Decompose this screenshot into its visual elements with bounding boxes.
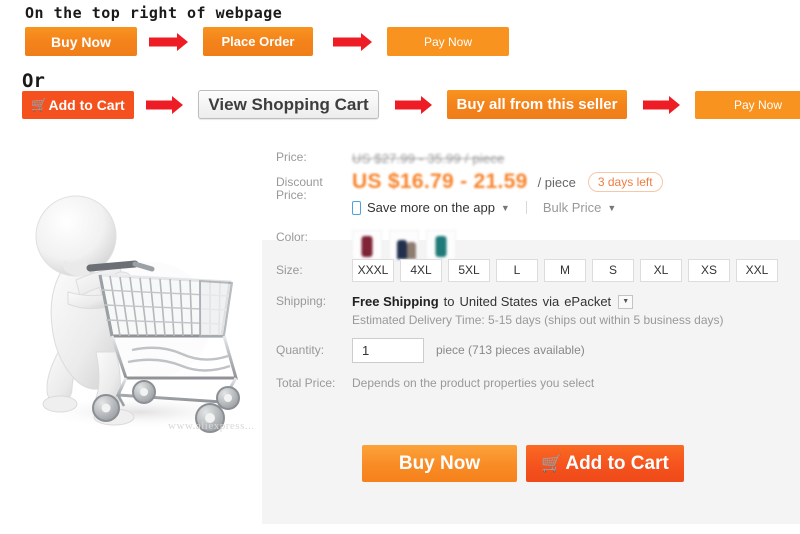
total-price-label: Total Price: bbox=[276, 375, 336, 390]
cart-icon: 🛒 bbox=[541, 453, 563, 473]
price-label: Price: bbox=[276, 150, 307, 164]
arrow-icon bbox=[149, 32, 191, 51]
flow-pay-now-button[interactable]: Pay Now bbox=[387, 27, 509, 56]
size-option[interactable]: XL bbox=[640, 258, 682, 282]
total-price-row: Total Price: Depends on the product prop… bbox=[262, 368, 800, 398]
size-option[interactable]: L bbox=[496, 258, 538, 282]
instruction-heading-or: Or bbox=[22, 70, 45, 92]
flow-view-shopping-cart-button[interactable]: View Shopping Cart bbox=[198, 90, 379, 119]
price-row: Price: US $27.99 - 35.99 / piece bbox=[262, 140, 800, 166]
quantity-input[interactable] bbox=[352, 337, 424, 363]
size-option[interactable]: XS bbox=[688, 258, 730, 282]
quantity-label: Quantity: bbox=[276, 342, 325, 357]
discount-price-row: Discount Price: US $16.79 - 21.59 / piec… bbox=[262, 164, 800, 215]
color-label: Color: bbox=[276, 230, 309, 244]
size-label: Size: bbox=[276, 262, 303, 277]
stock-availability: piece (713 pieces available) bbox=[436, 343, 585, 357]
cart-icon: 🛒 bbox=[31, 97, 48, 112]
discount-price-line: US $16.79 - 21.59 / piece 3 days left bbox=[352, 170, 800, 194]
shipping-label: Shipping: bbox=[276, 294, 327, 308]
flow-buy-now-button[interactable]: Buy Now bbox=[25, 27, 137, 56]
product-property-rows: Price: US $27.99 - 35.99 / piece Discoun… bbox=[262, 140, 800, 398]
arrow-icon bbox=[395, 95, 435, 114]
flow-add-to-cart-button[interactable]: 🛒 Add to Cart bbox=[22, 90, 134, 119]
size-option[interactable]: XXL bbox=[736, 258, 778, 282]
add-to-cart-label: Add to Cart bbox=[565, 452, 669, 474]
flow-add-to-cart-label: Add to Cart bbox=[48, 96, 125, 113]
shipping-destination: United States bbox=[459, 294, 538, 309]
size-option[interactable]: 5XL bbox=[448, 258, 490, 282]
primary-actions: Buy Now 🛒 Add to Cart bbox=[362, 445, 684, 482]
delivery-estimate: Estimated Delivery Time: 5-15 days (ship… bbox=[352, 313, 724, 327]
shipping-dropdown-icon[interactable]: ▼ bbox=[618, 294, 634, 309]
flow-row-top-right: Buy Now Place Order Pay Now bbox=[25, 27, 509, 56]
shipping-main-line: Free Shipping to United States via ePack… bbox=[352, 294, 800, 309]
size-option[interactable]: 4XL bbox=[400, 258, 442, 282]
flow-buy-all-from-seller-button[interactable]: Buy all from this seller bbox=[447, 90, 627, 119]
discount-price-value: US $16.79 - 21.59 bbox=[352, 170, 528, 193]
arrow-icon bbox=[333, 32, 375, 51]
quantity-control: piece (713 pieces available) bbox=[352, 337, 800, 363]
flow-place-order-button[interactable]: Place Order bbox=[203, 27, 313, 56]
buy-now-button[interactable]: Buy Now bbox=[362, 445, 517, 482]
promo-countdown-badge: 3 days left bbox=[587, 172, 663, 192]
discount-price-label: Discount Price: bbox=[262, 170, 352, 202]
arrow-icon bbox=[146, 95, 186, 114]
shipping-via-word: via bbox=[542, 294, 560, 309]
product-hero-image bbox=[0, 140, 262, 440]
size-option-list: XXXL 4XL 5XL L M S XL XS XXL bbox=[352, 258, 800, 282]
free-shipping-text: Free Shipping bbox=[352, 294, 439, 309]
arrow-icon bbox=[643, 95, 683, 114]
add-to-cart-button[interactable]: 🛒 Add to Cart bbox=[526, 445, 684, 482]
total-price-value: Depends on the product properties you se… bbox=[352, 376, 595, 390]
shipping-row: Shipping: Free Shipping to United States… bbox=[262, 286, 800, 332]
color-row: Color: bbox=[262, 208, 800, 260]
shipping-method: ePacket bbox=[564, 294, 612, 309]
size-option[interactable]: S bbox=[592, 258, 634, 282]
size-option[interactable]: XXXL bbox=[352, 258, 394, 282]
size-option[interactable]: M bbox=[544, 258, 586, 282]
page-root: On the top right of webpage Buy Now Plac… bbox=[0, 0, 800, 534]
shipping-to-word: to bbox=[443, 294, 455, 309]
flow-row-cart: 🛒 Add to Cart View Shopping Cart Buy all… bbox=[22, 90, 800, 119]
flow-pay-now-button-2[interactable]: Pay Now bbox=[695, 90, 800, 119]
size-row: Size: XXXL 4XL 5XL L M S XL XS XXL bbox=[262, 254, 800, 286]
instruction-heading-top: On the top right of webpage bbox=[25, 4, 283, 22]
price-unit: / piece bbox=[537, 174, 576, 190]
image-watermark: www.aliexpress... bbox=[168, 420, 255, 432]
product-detail: www.aliexpress... Price: US $27.99 - 35.… bbox=[0, 140, 800, 534]
discount-label-line2: Price: bbox=[276, 188, 307, 202]
quantity-row: Quantity: piece (713 pieces available) bbox=[262, 332, 800, 368]
